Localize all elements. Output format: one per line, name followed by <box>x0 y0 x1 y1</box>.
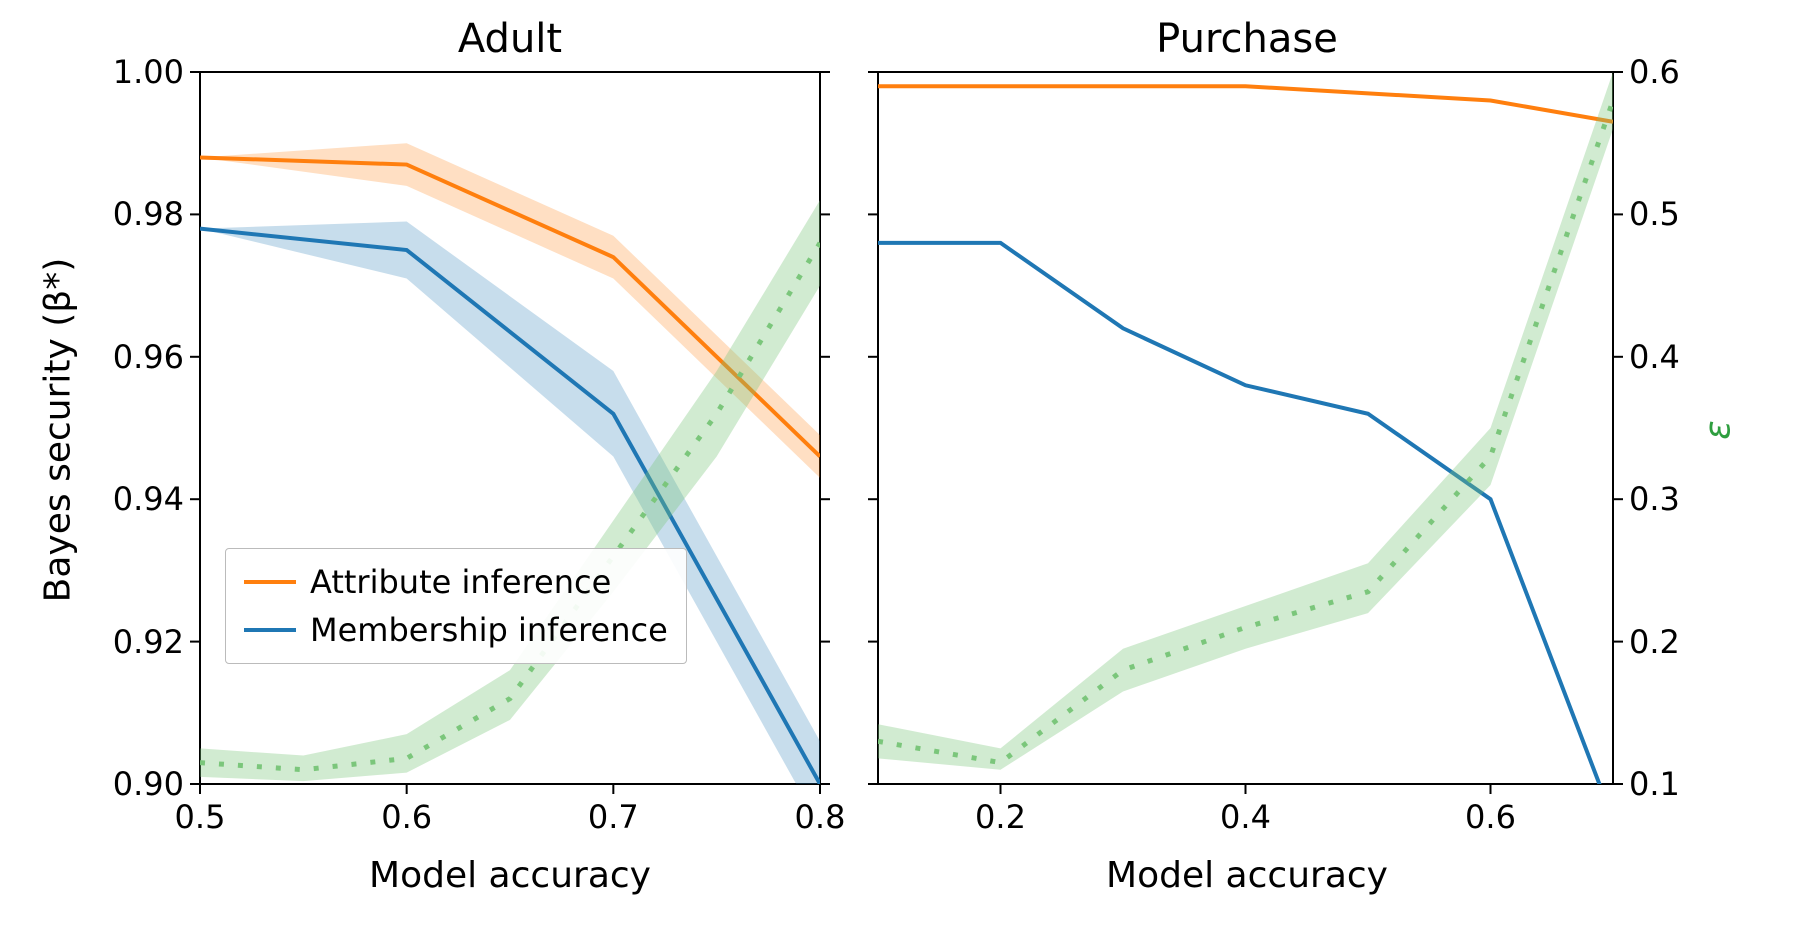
x-tick-label: 0.4 <box>1220 798 1271 836</box>
figure: Adult Purchase Bayes security (β*) ε Mod… <box>0 0 1800 937</box>
y-tick-label-left: 0.98 <box>113 195 184 233</box>
plot-svg <box>0 0 1800 937</box>
y-tick-label-left: 0.92 <box>113 623 184 661</box>
x-tick-label: 0.2 <box>975 798 1026 836</box>
y-tick-label-right: 0.4 <box>1629 338 1680 376</box>
y-tick-label-left: 1.00 <box>113 53 184 91</box>
y-tick-label-right: 0.2 <box>1629 623 1680 661</box>
y-tick-label-right: 0.1 <box>1629 765 1680 803</box>
legend: Attribute inference Membership inference <box>225 548 687 664</box>
y-tick-label-left: 0.90 <box>113 765 184 803</box>
series-- <box>878 72 1613 770</box>
y-tick-label-right: 0.3 <box>1629 480 1680 518</box>
series-attribute-inference <box>878 86 1613 122</box>
legend-row-membership: Membership inference <box>244 611 668 649</box>
x-tick-label: 0.5 <box>175 798 226 836</box>
series-- <box>200 200 820 781</box>
legend-row-attribute: Attribute inference <box>244 563 668 601</box>
y-tick-label-right: 0.5 <box>1629 195 1680 233</box>
x-tick-label: 0.8 <box>795 798 846 836</box>
legend-label-membership: Membership inference <box>310 611 668 649</box>
legend-swatch-blue <box>244 628 296 632</box>
y-tick-label-left: 0.94 <box>113 480 184 518</box>
legend-swatch-orange <box>244 580 296 584</box>
series-membership-inference <box>200 222 820 827</box>
y-tick-label-left: 0.96 <box>113 338 184 376</box>
y-tick-label-right: 0.6 <box>1629 53 1680 91</box>
x-tick-label: 0.7 <box>588 798 639 836</box>
legend-label-attribute: Attribute inference <box>310 563 611 601</box>
x-tick-label: 0.6 <box>1465 798 1516 836</box>
series-membership-inference <box>878 243 1613 820</box>
x-tick-label: 0.6 <box>381 798 432 836</box>
